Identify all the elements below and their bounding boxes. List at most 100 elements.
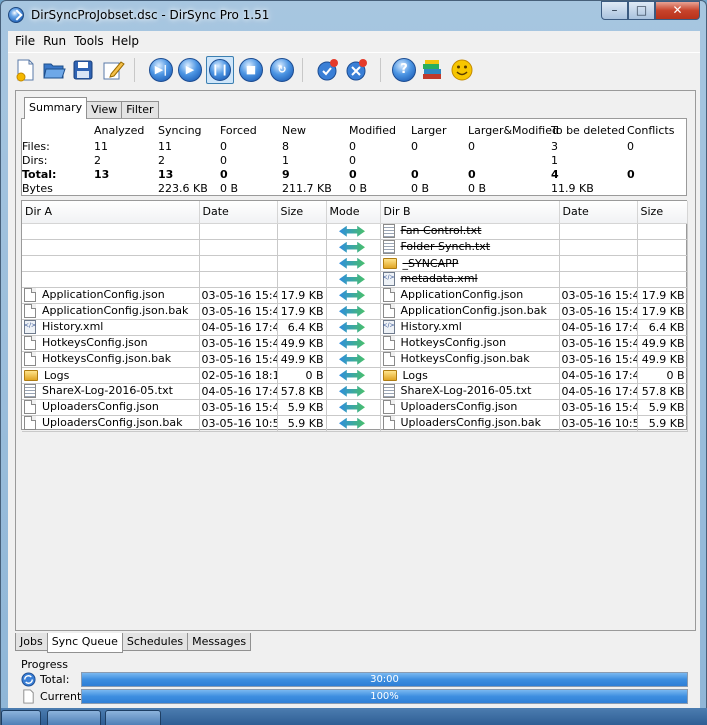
- table-row[interactable]: ShareX-Log-2016-05.txt04-05-16 17:4957.8…: [22, 383, 688, 400]
- dir-a-name-cell[interactable]: History.xml: [22, 319, 200, 336]
- dir-b-name-cell[interactable]: Fan Control.txt: [380, 223, 560, 240]
- dir-b-name-cell[interactable]: ShareX-Log-2016-05.txt: [380, 383, 560, 400]
- tab-jobs[interactable]: Jobs: [15, 633, 48, 651]
- header-size-a[interactable]: Size: [277, 201, 327, 224]
- dir-b-name-cell[interactable]: ApplicationConfig.json.bak: [380, 303, 560, 320]
- tab-schedules[interactable]: Schedules: [121, 633, 189, 651]
- donate-button[interactable]: [450, 58, 474, 82]
- mode-cell[interactable]: [326, 383, 381, 400]
- dir-a-name-cell[interactable]: Logs: [22, 367, 200, 384]
- menu-help[interactable]: Help: [108, 34, 143, 48]
- cancel-log-button[interactable]: [344, 58, 368, 82]
- table-row[interactable]: _SYNCAPP: [22, 255, 688, 272]
- mode-cell[interactable]: [326, 303, 381, 320]
- sync-button[interactable]: ▶: [178, 58, 202, 82]
- stop-button[interactable]: ■: [239, 58, 263, 82]
- menu-file[interactable]: File: [11, 34, 39, 48]
- header-dir-a[interactable]: Dir A: [22, 201, 200, 224]
- mode-cell[interactable]: [326, 415, 381, 432]
- mode-cell[interactable]: [326, 367, 381, 384]
- header-size-b[interactable]: Size: [637, 201, 688, 224]
- dir-a-name-cell[interactable]: UploadersConfig.json.bak: [22, 415, 200, 432]
- table-row[interactable]: HotkeysConfig.json03-05-16 15:4649.9 KBH…: [22, 335, 688, 352]
- mode-cell[interactable]: [326, 223, 381, 240]
- taskbar-item-1[interactable]: [1, 710, 41, 725]
- new-jobset-button[interactable]: [14, 58, 38, 82]
- dir-b-name-cell[interactable]: ApplicationConfig.json: [380, 287, 560, 304]
- dir-a-name-cell[interactable]: [22, 239, 200, 256]
- dir-b-name-cell[interactable]: UploadersConfig.json.bak: [380, 415, 560, 432]
- tab-view[interactable]: View: [86, 101, 123, 119]
- analyze-button[interactable]: ▶|: [149, 58, 173, 82]
- dir-a-name-cell[interactable]: [22, 223, 200, 240]
- dir-a-name-cell[interactable]: [22, 271, 200, 288]
- summary-col-header: Larger: [411, 124, 447, 137]
- mode-cell[interactable]: [326, 271, 381, 288]
- header-date-a[interactable]: Date: [199, 201, 278, 224]
- dir-a-name-cell[interactable]: [22, 255, 200, 272]
- dir-a-name-cell[interactable]: HotkeysConfig.json: [22, 335, 200, 352]
- table-row[interactable]: History.xml04-05-16 17:496.4 KBHistory.x…: [22, 319, 688, 336]
- edit-button[interactable]: [101, 58, 125, 82]
- dir-a-name-cell[interactable]: ShareX-Log-2016-05.txt: [22, 383, 200, 400]
- dir-b-name-cell[interactable]: UploadersConfig.json: [380, 399, 560, 416]
- sync-log-button[interactable]: [315, 58, 339, 82]
- dir-b-name-cell[interactable]: History.xml: [380, 319, 560, 336]
- help-button[interactable]: ?: [392, 58, 416, 82]
- header-dir-b[interactable]: Dir B: [380, 201, 560, 224]
- table-row[interactable]: metadata.xml: [22, 271, 688, 288]
- pause-button[interactable]: ❙❙: [206, 56, 234, 84]
- table-row[interactable]: Folder Synch.txt: [22, 239, 688, 256]
- maximize-button[interactable]: □: [628, 1, 655, 20]
- app-icon[interactable]: [8, 7, 24, 23]
- table-row[interactable]: Fan Control.txt: [22, 223, 688, 240]
- dir-b-name-cell[interactable]: _SYNCAPP: [380, 255, 560, 272]
- dir-b-date-cell: [559, 239, 638, 256]
- dir-b-name-cell[interactable]: HotkeysConfig.json.bak: [380, 351, 560, 368]
- title-bar[interactable]: DirSyncProJobset.dsc - DirSync Pro 1.51 …: [1, 1, 706, 31]
- schedule-button[interactable]: ↻: [270, 58, 294, 82]
- books-button[interactable]: [420, 58, 444, 82]
- mode-cell[interactable]: [326, 255, 381, 272]
- summary-col-header: Larger&Modified: [468, 124, 559, 137]
- table-row[interactable]: UploadersConfig.json03-05-16 15:465.9 KB…: [22, 399, 688, 416]
- edit-pencil-icon: [103, 61, 125, 80]
- file-comparison-table[interactable]: Dir A Date Size Mode Dir B Date Size Fan…: [21, 200, 688, 432]
- dir-a-name-cell[interactable]: ApplicationConfig.json: [22, 287, 200, 304]
- table-row[interactable]: ApplicationConfig.json.bak 03-05-16 15:46…: [22, 303, 688, 320]
- table-row[interactable]: Logs02-05-16 18:190 BLogs04-05-16 17:490…: [22, 367, 688, 384]
- taskbar-item-2[interactable]: [47, 710, 101, 725]
- taskbar-item-dirsync[interactable]: [105, 710, 161, 725]
- header-mode[interactable]: Mode: [326, 201, 381, 224]
- tab-summary[interactable]: Summary: [24, 97, 88, 119]
- file-name: UploadersConfig.json: [400, 400, 518, 413]
- tab-messages[interactable]: Messages: [187, 633, 252, 651]
- dir-a-name-cell[interactable]: UploadersConfig.json: [22, 399, 200, 416]
- mode-cell[interactable]: [326, 351, 381, 368]
- mode-cell[interactable]: [326, 239, 381, 256]
- dir-b-name-cell[interactable]: HotkeysConfig.json: [380, 335, 560, 352]
- tab-filter[interactable]: Filter: [121, 101, 159, 119]
- play-icon: ▶: [185, 63, 195, 76]
- mode-cell[interactable]: [326, 335, 381, 352]
- dir-b-name-cell[interactable]: Folder Synch.txt: [380, 239, 560, 256]
- minimize-button[interactable]: –: [601, 1, 628, 20]
- dir-b-name-cell[interactable]: Logs: [380, 367, 560, 384]
- menu-tools[interactable]: Tools: [70, 34, 108, 48]
- table-row[interactable]: HotkeysConfig.json.bak03-05-16 15:4649.9…: [22, 351, 688, 368]
- table-row[interactable]: UploadersConfig.json.bak03-05-16 10:545.…: [22, 415, 688, 432]
- dir-b-name-cell[interactable]: metadata.xml: [380, 271, 560, 288]
- dir-a-name-cell[interactable]: HotkeysConfig.json.bak: [22, 351, 200, 368]
- header-date-b[interactable]: Date: [559, 201, 638, 224]
- table-row[interactable]: ApplicationConfig.json03-05-16 15:4617.9…: [22, 287, 688, 304]
- save-button[interactable]: [71, 58, 95, 82]
- dir-a-name-cell[interactable]: ApplicationConfig.json.bak: [22, 303, 200, 320]
- tab-sync-queue[interactable]: Sync Queue: [46, 633, 123, 653]
- mode-cell[interactable]: [326, 399, 381, 416]
- mode-cell[interactable]: [326, 287, 381, 304]
- toolbar: ▶| ▶ ❙❙ ■ ↻ ?: [8, 52, 700, 86]
- mode-cell[interactable]: [326, 319, 381, 336]
- close-button[interactable]: ✕: [655, 1, 700, 20]
- open-button[interactable]: [42, 58, 66, 82]
- menu-run[interactable]: Run: [39, 34, 70, 48]
